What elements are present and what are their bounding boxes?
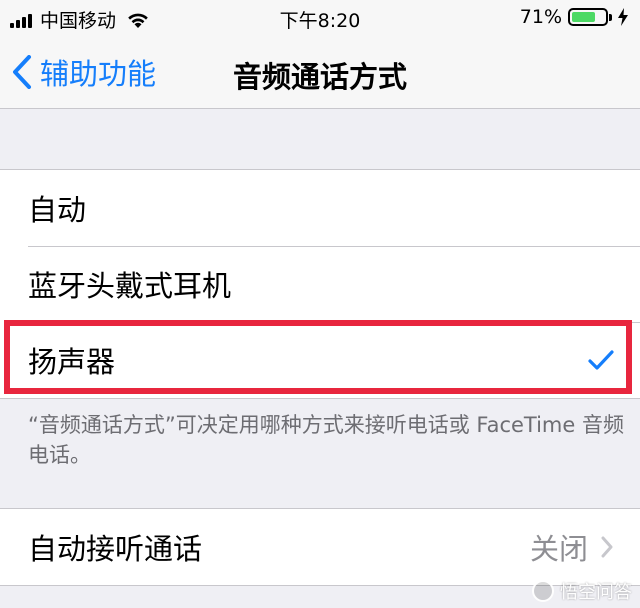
- audio-routing-group: 自动 蓝牙头戴式耳机 扬声器: [0, 169, 640, 399]
- navigation-bar: 辅助功能 音频通话方式: [0, 36, 640, 109]
- watermark-text: 悟空问答: [560, 582, 632, 603]
- auto-answer-row[interactable]: 自动接听通话 关闭: [0, 509, 640, 585]
- auto-answer-group: 自动接听通话 关闭: [0, 508, 640, 586]
- battery-percent: 71%: [519, 6, 562, 28]
- charging-bolt-icon: [618, 8, 628, 26]
- battery-tip: [609, 13, 612, 21]
- watermark-logo-icon: [532, 580, 554, 602]
- auto-answer-label: 自动接听通话: [28, 532, 203, 566]
- option-label: 蓝牙头戴式耳机: [28, 269, 232, 303]
- status-right: 71%: [520, 6, 630, 28]
- option-label: 扬声器: [28, 345, 116, 379]
- status-bar: 中国移动 下午8:20 71%: [0, 0, 640, 36]
- battery-fill: [572, 12, 595, 22]
- option-auto[interactable]: 自动: [0, 170, 640, 246]
- page-title: 音频通话方式: [232, 60, 407, 94]
- option-speaker[interactable]: 扬声器: [0, 322, 640, 398]
- battery-icon: [568, 8, 608, 26]
- auto-answer-value: 关闭: [529, 532, 588, 566]
- option-bluetooth-headset[interactable]: 蓝牙头戴式耳机: [0, 246, 640, 322]
- section-footnote: “音频通话方式”可决定用哪种方式来接听电话或 FaceTime 音频电话。: [28, 413, 624, 467]
- watermark: 悟空问答: [532, 578, 632, 604]
- option-label: 自动: [28, 193, 87, 227]
- checkmark-icon: [588, 350, 614, 370]
- chevron-right-icon: [601, 536, 613, 558]
